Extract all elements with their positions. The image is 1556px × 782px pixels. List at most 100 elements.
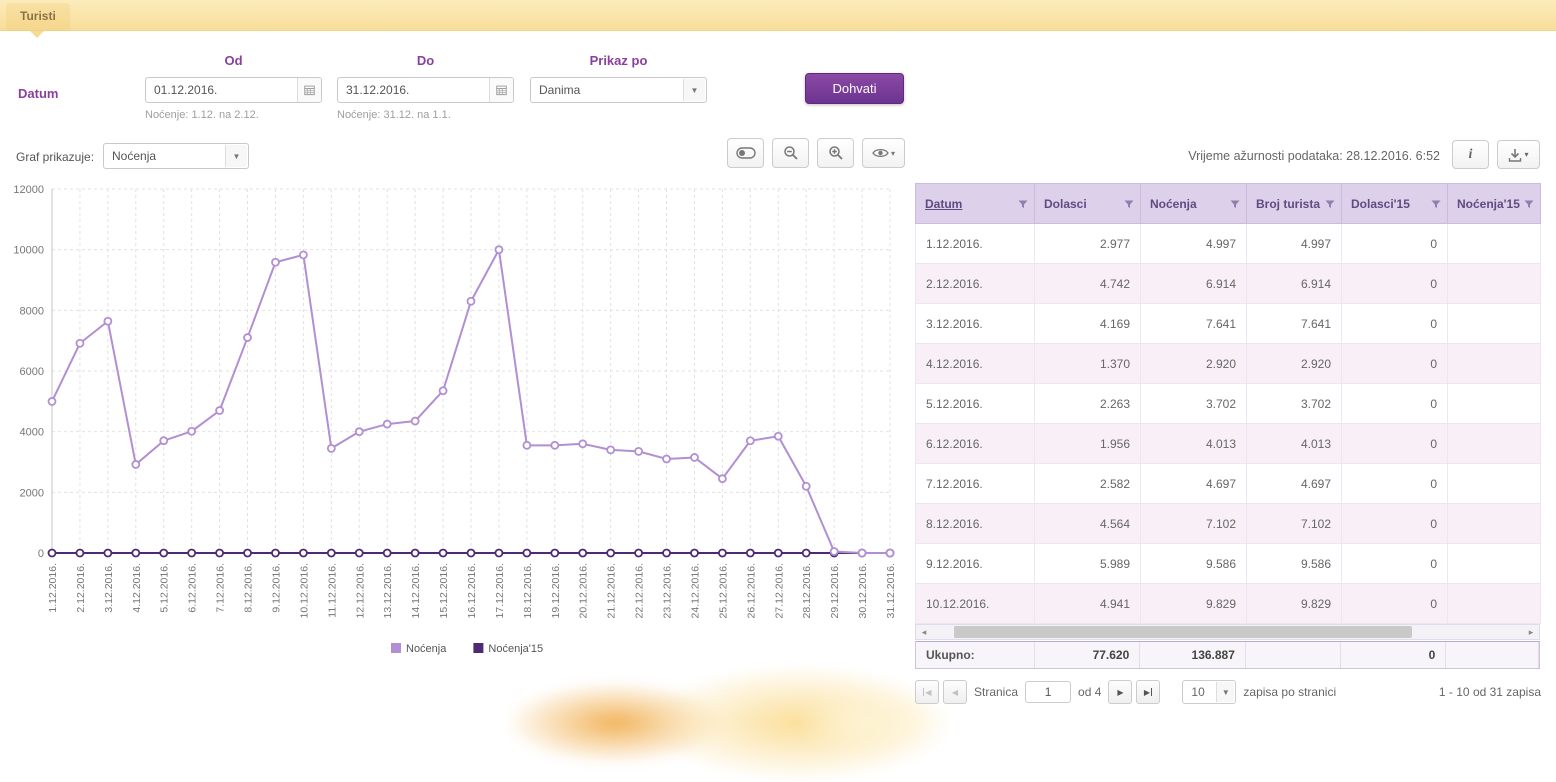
x-tick-label: 3.12.2016. xyxy=(103,563,115,613)
dropdown-arrow-icon[interactable]: ▼ xyxy=(1216,682,1234,702)
table-horizontal-scrollbar[interactable]: ◂ ▸ xyxy=(915,624,1540,640)
date-from-input[interactable] xyxy=(145,77,322,103)
scroll-left-icon[interactable]: ◂ xyxy=(916,625,932,639)
date-from-calendar-button[interactable] xyxy=(297,78,321,102)
data-point xyxy=(468,550,475,557)
column-header-label: Noćenja'15 xyxy=(1457,197,1520,211)
x-tick-label: 31.12.2016. xyxy=(885,563,897,618)
stranica-label: Stranica xyxy=(974,685,1018,699)
x-tick-label: 16.12.2016. xyxy=(466,563,478,618)
x-tick-label: 15.12.2016. xyxy=(438,563,450,618)
data-point xyxy=(775,433,782,440)
cell-value: 2.920 xyxy=(1141,344,1247,384)
legend-swatch[interactable] xyxy=(473,643,483,653)
total-cell xyxy=(1246,642,1341,668)
info-button[interactable]: i xyxy=(1452,140,1489,169)
table-row: 3.12.2016.4.1697.6417.6410 xyxy=(916,304,1541,344)
legend-item[interactable]: Noćenja xyxy=(406,643,447,655)
cell-value: 0 xyxy=(1342,384,1448,424)
data-point xyxy=(691,550,698,557)
cell-value: 4.013 xyxy=(1141,424,1247,464)
cell-value: 9.829 xyxy=(1247,584,1342,624)
x-tick-label: 27.12.2016. xyxy=(773,563,785,618)
last-page-button[interactable]: ▶ xyxy=(1136,680,1160,704)
x-tick-label: 12.12.2016. xyxy=(354,563,366,618)
nocenja-line-chart: 0200040006000800010000120001.12.2016.2.1… xyxy=(6,181,906,671)
filter-icon[interactable] xyxy=(1324,198,1336,210)
column-header-5[interactable]: Noćenja'15 xyxy=(1448,184,1541,224)
column-header-label: Dolasci xyxy=(1044,197,1087,211)
dropdown-arrow-icon[interactable]: ▼ xyxy=(683,79,705,101)
cell-value: 4.169 xyxy=(1035,304,1141,344)
page-number-input[interactable] xyxy=(1025,681,1071,703)
chart-toggle-button[interactable] xyxy=(727,138,764,168)
cell-datum: 4.12.2016. xyxy=(916,344,1035,384)
data-point xyxy=(412,418,419,425)
table-row: 2.12.2016.4.7426.9146.9140 xyxy=(916,264,1541,304)
record-range-label: 1 - 10 od 31 zapisa xyxy=(1439,685,1541,699)
cell-value: 2.263 xyxy=(1035,384,1141,424)
x-tick-label: 19.12.2016. xyxy=(550,563,562,618)
data-point xyxy=(49,398,56,405)
data-point xyxy=(49,550,56,557)
zoom-out-button[interactable] xyxy=(772,138,809,168)
filter-icon[interactable] xyxy=(1123,198,1135,210)
column-header-label: Dolasci'15 xyxy=(1351,197,1410,211)
last-page-icon: ▶ xyxy=(1144,688,1150,697)
filter-icon[interactable] xyxy=(1017,198,1029,210)
x-tick-label: 1.12.2016. xyxy=(47,563,59,613)
cell-value: 3.702 xyxy=(1141,384,1247,424)
scroll-right-icon[interactable]: ▸ xyxy=(1523,625,1539,639)
datum-label: Datum xyxy=(18,86,128,101)
x-tick-label: 7.12.2016. xyxy=(215,563,227,613)
data-point xyxy=(300,550,307,557)
y-tick-label: 0 xyxy=(38,548,44,560)
data-point xyxy=(551,550,558,557)
tab-turisti[interactable]: Turisti xyxy=(6,3,70,31)
filter-icon[interactable] xyxy=(1430,198,1442,210)
cell-value xyxy=(1448,384,1541,424)
scrollbar-thumb[interactable] xyxy=(954,626,1412,638)
data-point xyxy=(831,548,838,555)
column-header-2[interactable]: Noćenja xyxy=(1141,184,1247,224)
data-point xyxy=(607,446,614,453)
data-point xyxy=(132,461,139,468)
x-tick-label: 8.12.2016. xyxy=(243,563,255,613)
graf-prikazuje-select[interactable]: Noćenja ▼ xyxy=(103,143,249,169)
legend-swatch[interactable] xyxy=(391,643,401,653)
data-point xyxy=(412,550,419,557)
filter-icon[interactable] xyxy=(1229,198,1241,210)
info-icon: i xyxy=(1469,147,1473,163)
export-button[interactable]: ▾ xyxy=(1497,140,1540,169)
first-page-button[interactable]: ◀ xyxy=(915,680,939,704)
column-header-1[interactable]: Dolasci xyxy=(1035,184,1141,224)
previous-page-button[interactable]: ◀ xyxy=(943,680,967,704)
column-header-3[interactable]: Broj turista xyxy=(1247,184,1342,224)
next-page-button[interactable]: ▶ xyxy=(1108,680,1132,704)
data-point xyxy=(691,454,698,461)
data-point xyxy=(188,428,195,435)
cell-value xyxy=(1448,344,1541,384)
filter-icon[interactable] xyxy=(1523,198,1535,210)
calendar-icon xyxy=(496,83,507,97)
results-table: Datum Dolasci NoćenjaBroj turista Dolasci'1… xyxy=(915,183,1541,624)
dohvati-button[interactable]: Dohvati xyxy=(805,73,904,104)
x-tick-label: 20.12.2016. xyxy=(578,563,590,618)
table-row: 5.12.2016.2.2633.7023.7020 xyxy=(916,384,1541,424)
page-size-select[interactable]: 10 ▼ xyxy=(1182,680,1236,704)
column-header-4[interactable]: Dolasci'15 xyxy=(1342,184,1448,224)
column-header-0[interactable]: Datum xyxy=(916,184,1035,224)
x-tick-label: 17.12.2016. xyxy=(494,563,506,618)
x-tick-label: 10.12.2016. xyxy=(298,563,310,618)
data-point xyxy=(887,550,894,557)
cell-value xyxy=(1448,544,1541,584)
legend-item[interactable]: Noćenja'15 xyxy=(488,643,543,655)
data-point xyxy=(104,550,111,557)
date-to-calendar-button[interactable] xyxy=(489,78,513,102)
series-visibility-button[interactable]: ▾ xyxy=(862,138,905,168)
zoom-in-button[interactable] xyxy=(817,138,854,168)
prikaz-po-select[interactable]: Danima ▼ xyxy=(530,77,707,103)
x-tick-label: 25.12.2016. xyxy=(717,563,729,618)
dropdown-arrow-icon[interactable]: ▼ xyxy=(225,145,247,167)
date-to-input[interactable] xyxy=(337,77,514,103)
